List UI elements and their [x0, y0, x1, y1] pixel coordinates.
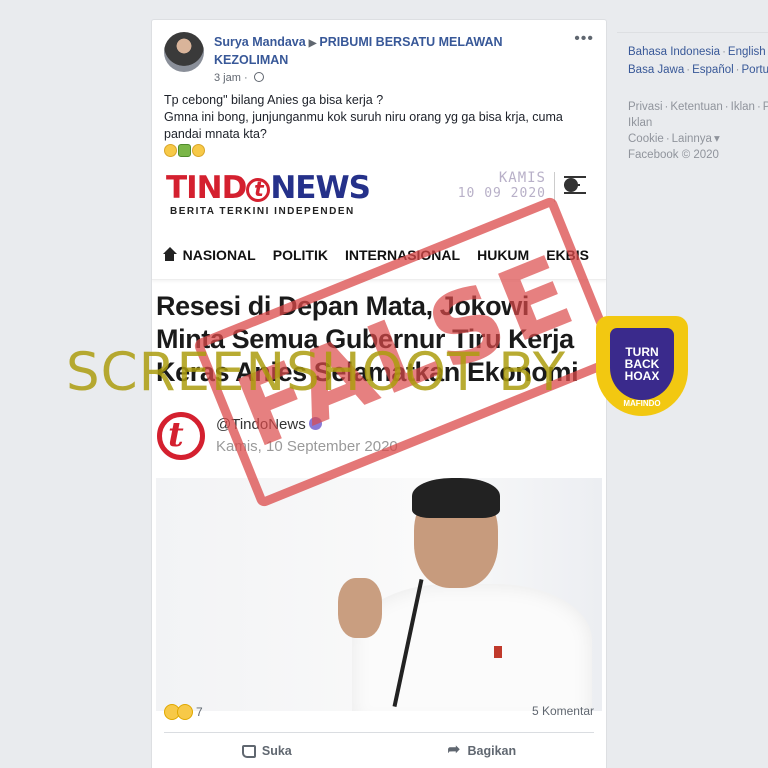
screenshot-watermark: SCREENSHOOT BY — [66, 342, 567, 403]
post-time[interactable]: 3 jam — [214, 72, 241, 84]
post-meta: 3 jam · — [214, 72, 264, 84]
like-button[interactable]: Suka — [241, 738, 292, 764]
tindonews-logo: TIND t NEWS — [166, 170, 371, 206]
arrow-icon: ▶ — [308, 38, 317, 49]
footer-cookie[interactable]: Cookie — [628, 133, 664, 145]
lang-portugues[interactable]: Português (Brasil) — [742, 64, 768, 76]
reaction-count: 7 — [196, 705, 203, 719]
author-avatar[interactable] — [164, 32, 204, 72]
author-line: Surya Mandava ▶ PRIBUMI BERSATU MELAWAN KE… — [214, 34, 544, 69]
footer-ketentuan[interactable]: Ketentuan — [670, 101, 722, 113]
lang-jawa[interactable]: Basa Jawa — [628, 64, 684, 76]
nav-politik: POLITIK — [272, 246, 328, 263]
thumbs-up-icon — [241, 744, 256, 758]
date-divider — [554, 172, 555, 202]
post-text-line-2: Gmna ini bong, junjunganmu kok suruh nir… — [164, 110, 563, 141]
post-header: Surya Mandava ▶ PRIBUMI BERSATU MELAWAN KE… — [164, 30, 594, 90]
wink-emoji-icon — [164, 144, 177, 157]
divider — [164, 732, 594, 733]
share-arrow-icon — [447, 740, 461, 758]
post-actions: Suka Bagikan — [164, 738, 594, 764]
language-selector: Bahasa Indonesia·English (US) Basa Jawa·… — [617, 32, 768, 79]
tindonews-avatar-icon: t — [157, 412, 205, 460]
globe-icon — [253, 72, 264, 82]
lang-indonesia[interactable]: Bahasa Indonesia — [628, 46, 720, 58]
footer-lainnya[interactable]: Lainnya — [672, 133, 712, 145]
menu-search-icon — [564, 174, 594, 198]
home-icon — [162, 247, 177, 262]
share-label: Bagikan — [467, 744, 517, 758]
comment-count[interactable]: 5 Komentar — [532, 704, 594, 718]
lang-english[interactable]: English (US) — [728, 46, 768, 58]
more-options-icon[interactable]: ••• — [574, 30, 594, 48]
footer-iklan[interactable]: Iklan — [731, 101, 755, 113]
post-text: Tp cebong" bilang Anies ga bisa kerja ? … — [164, 92, 594, 160]
copyright: Facebook © 2020 — [628, 149, 719, 161]
share-button[interactable]: Bagikan — [447, 738, 516, 764]
frog-emoji-icon — [178, 144, 191, 157]
footer-privasi[interactable]: Privasi — [628, 101, 663, 113]
news-date-box: KAMIS 10 09 2020 — [448, 170, 546, 201]
news-tagline: BERITA TERKINI INDEPENDEN — [170, 206, 355, 217]
footer-links: Privasi·Ketentuan·Iklan·Pilihan Iklan Co… — [617, 79, 768, 163]
wink-emoji-icon — [192, 144, 205, 157]
news-date: 10 09 2020 — [457, 186, 546, 201]
right-sidebar: Bahasa Indonesia·English (US) Basa Jawa·… — [617, 32, 768, 163]
reaction-summary[interactable]: 7 — [164, 704, 203, 720]
news-day: KAMIS — [498, 170, 546, 186]
nav-nasional: NASIONAL — [182, 246, 256, 263]
post-text-line-1: Tp cebong" bilang Anies ga bisa kerja ? — [164, 93, 384, 107]
lang-espanol[interactable]: Español — [692, 64, 734, 76]
like-label: Suka — [261, 744, 292, 758]
wow-reaction-icon — [177, 704, 193, 720]
tindo-t-icon: t — [246, 178, 271, 202]
mafindo-badge: TURN BACK HOAX MAFINDO — [596, 316, 688, 416]
author-name[interactable]: Surya Mandava — [214, 35, 306, 49]
article-photo — [156, 478, 602, 711]
